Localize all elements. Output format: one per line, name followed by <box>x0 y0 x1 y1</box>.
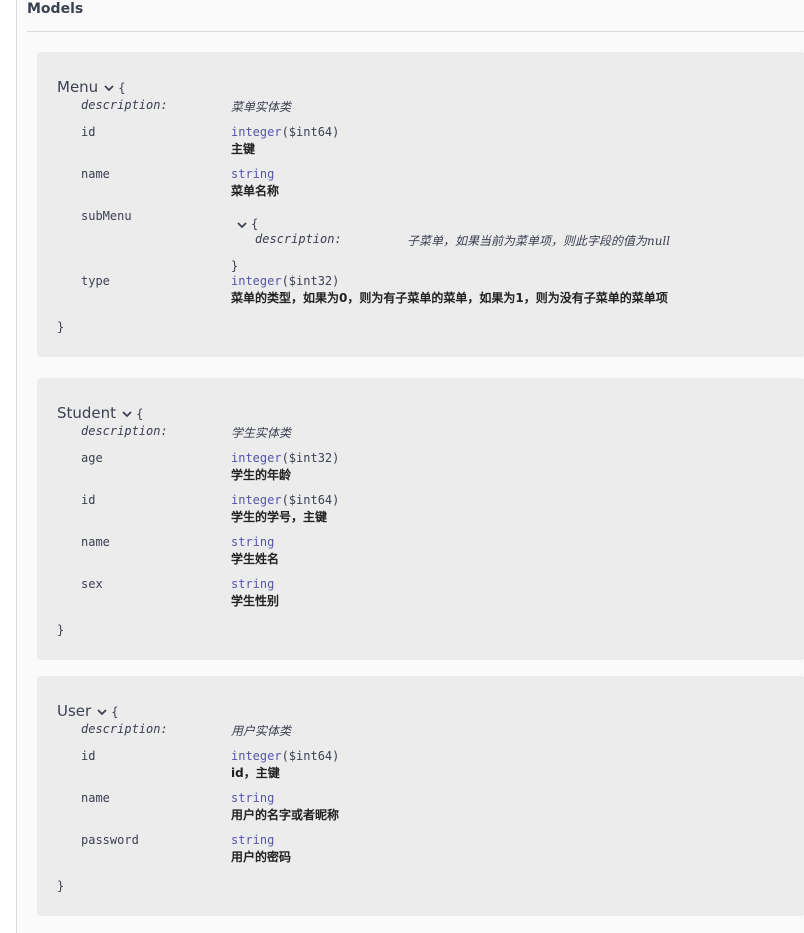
close-brace: } <box>231 259 239 273</box>
description-key: description: <box>81 424 168 438</box>
property-name: name <box>81 535 110 549</box>
property-name: name <box>81 791 110 805</box>
property-type: string <box>231 833 275 847</box>
property-name: id <box>81 125 96 139</box>
description-key: description: <box>81 98 168 112</box>
property-name: type <box>81 274 110 288</box>
section-title: Models <box>27 1 84 17</box>
model-name: User <box>57 702 92 720</box>
property-description: 菜单名称 <box>231 184 280 198</box>
property-type: integer($int32) <box>231 451 340 465</box>
model-title-user[interactable]: User { <box>57 702 118 720</box>
property-type: string <box>231 167 275 181</box>
model-title-menu[interactable]: Menu { <box>57 78 125 96</box>
model-description: 菜单实体类 <box>231 100 292 114</box>
open-brace: { <box>118 81 126 95</box>
description-key: description: <box>255 232 342 246</box>
property-type: string <box>231 535 275 549</box>
property-name: age <box>81 451 103 465</box>
property-type: integer($int64) <box>231 493 340 507</box>
property-description: 学生性别 <box>231 594 280 608</box>
property-name: id <box>81 749 96 763</box>
open-brace: { <box>251 217 259 231</box>
property-description: 学生姓名 <box>231 552 280 566</box>
model-user: User { description: 用户实体类 id integer($int… <box>37 676 804 916</box>
description-key: description: <box>81 722 168 736</box>
open-brace: { <box>111 705 119 719</box>
model-menu: Menu { description: 菜单实体类 id integer($int… <box>37 52 804 357</box>
model-name: Menu <box>57 78 99 96</box>
chevron-down-icon[interactable] <box>104 83 114 93</box>
property-description: id，主键 <box>231 766 280 780</box>
property-type: integer($int64) <box>231 125 340 139</box>
property-type: string <box>231 577 275 591</box>
submenu-description: 子菜单，如果当前为菜单项，则此字段的值为null <box>407 234 671 248</box>
model-title-student[interactable]: Student { <box>57 404 143 422</box>
close-brace: } <box>57 879 65 893</box>
model-student: Student { description: 学生实体类 age integer(… <box>37 378 804 660</box>
property-description: 用户的名字或者昵称 <box>231 808 340 822</box>
models-section-header[interactable]: Models <box>27 0 804 32</box>
model-description: 用户实体类 <box>231 724 292 738</box>
model-name: Student <box>57 404 117 422</box>
close-brace: } <box>57 320 65 334</box>
property-type: integer($int64) <box>231 749 340 763</box>
models-page: Models Menu { description: 菜单实体类 id integ… <box>16 0 804 933</box>
open-brace: { <box>136 407 144 421</box>
property-type: integer($int32) <box>231 274 340 288</box>
chevron-down-icon[interactable] <box>122 409 132 419</box>
close-brace: } <box>57 623 65 637</box>
property-type: string <box>231 791 275 805</box>
property-name: sex <box>81 577 103 591</box>
model-description: 学生实体类 <box>231 426 292 440</box>
property-description: 菜单的类型，如果为0，则为有子菜单的菜单，如果为1，则为没有子菜单的菜单项 <box>231 291 668 305</box>
property-name: password <box>81 833 139 847</box>
property-description: 用户的密码 <box>231 850 292 864</box>
property-description: 主键 <box>231 142 256 156</box>
property-name: name <box>81 167 110 181</box>
property-description: 学生的学号，主键 <box>231 510 328 524</box>
property-name: id <box>81 493 96 507</box>
chevron-down-icon[interactable] <box>237 220 247 230</box>
property-name: subMenu <box>81 209 132 223</box>
property-description: 学生的年龄 <box>231 468 292 482</box>
submenu-toggle[interactable]: { <box>237 217 258 231</box>
chevron-down-icon[interactable] <box>97 707 107 717</box>
